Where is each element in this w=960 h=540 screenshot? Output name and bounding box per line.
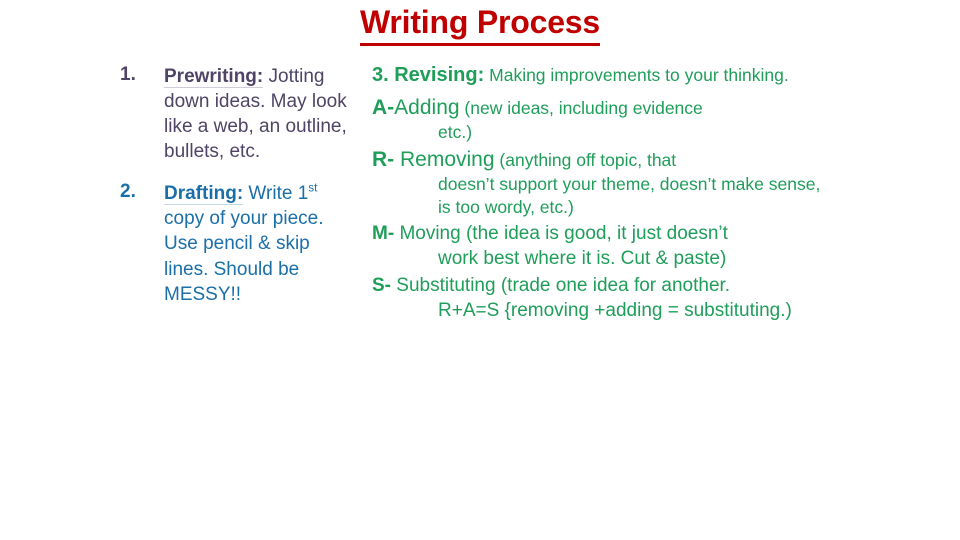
list-item-text-drafting-pre: Write 1 [243, 183, 309, 205]
strategy-letter-s: S- [372, 275, 397, 296]
revising-heading-description: Making improvements to your thinking. [484, 65, 789, 85]
strategy-adding-line: A-Adding (new ideas, including evidence [372, 94, 824, 121]
list-item-body: Prewriting: Jotting down ideas. May look… [164, 66, 347, 162]
strategy-detail-moving: (the idea is good, it just doesn’t [460, 222, 728, 244]
page-title-text: Writing Process [359, 4, 600, 46]
strategy-letter-m: M- [372, 222, 400, 244]
strategy-adding-continuation: etc.) [438, 122, 473, 143]
strategy-removing: R- Removing (anything off topic, that do… [372, 146, 824, 219]
strategy-substituting: S- Substituting (trade one idea for anot… [372, 273, 824, 323]
strategy-name-adding: Adding [394, 96, 460, 119]
list-gap [112, 168, 352, 181]
strategy-name-moving: Moving [399, 222, 461, 244]
list-item-lead-prewriting: Prewriting: [164, 66, 264, 87]
strategy-letter-r: R- [372, 148, 400, 172]
strategy-removing-line: R- Removing (anything off topic, that [372, 146, 824, 173]
strategy-substituting-line: S- Substituting (trade one idea for anot… [372, 273, 824, 298]
strategy-moving: M- Moving (the idea is good, it just doe… [372, 221, 824, 271]
ordinal-suffix: st [308, 181, 318, 195]
strategy-name-substituting: Substituting [396, 275, 496, 296]
strategy-removing-continuation: doesn’t support your theme, doesn’t make… [438, 174, 821, 218]
list-item-text-drafting-post: copy of your piece. Use pencil & skip li… [164, 208, 324, 305]
strategy-adding: A-Adding (new ideas, including evidence … [372, 94, 824, 144]
list-item-drafting: 2. Drafting: Write 1st copy of your piec… [112, 181, 352, 306]
slide: Writing Process 1. Prewriting: Jotting d… [0, 0, 960, 540]
list-item-number: 1. [120, 64, 136, 85]
strategy-name-removing: Removing [400, 148, 495, 172]
strategy-moving-continuation: work best where it is. Cut & paste) [438, 247, 727, 269]
strategy-substituting-continuation: R+A=S {removing +adding = substituting.) [438, 300, 792, 322]
left-column: 1. Prewriting: Jotting down ideas. May l… [112, 64, 352, 311]
list-item-body: Drafting: Write 1st copy of your piece. … [164, 181, 324, 305]
strategy-moving-line: M- Moving (the idea is good, it just doe… [372, 221, 824, 246]
list-item-prewriting: 1. Prewriting: Jotting down ideas. May l… [112, 64, 352, 164]
right-column: 3. Revising: Making improvements to your… [372, 62, 824, 325]
strategy-detail-removing: (anything off topic, that [494, 150, 677, 171]
revising-heading: 3. Revising: Making improvements to your… [372, 62, 824, 88]
revising-heading-label: 3. Revising: [372, 64, 485, 86]
strategy-detail-substituting: (trade one idea for another. [495, 275, 731, 296]
page-title: Writing Process [0, 4, 960, 46]
list-item-number: 2. [120, 181, 136, 203]
list-item-lead-drafting: Drafting: [164, 183, 244, 205]
strategy-letter-a: A- [372, 96, 395, 119]
strategy-detail-adding: (new ideas, including evidence [459, 98, 703, 118]
